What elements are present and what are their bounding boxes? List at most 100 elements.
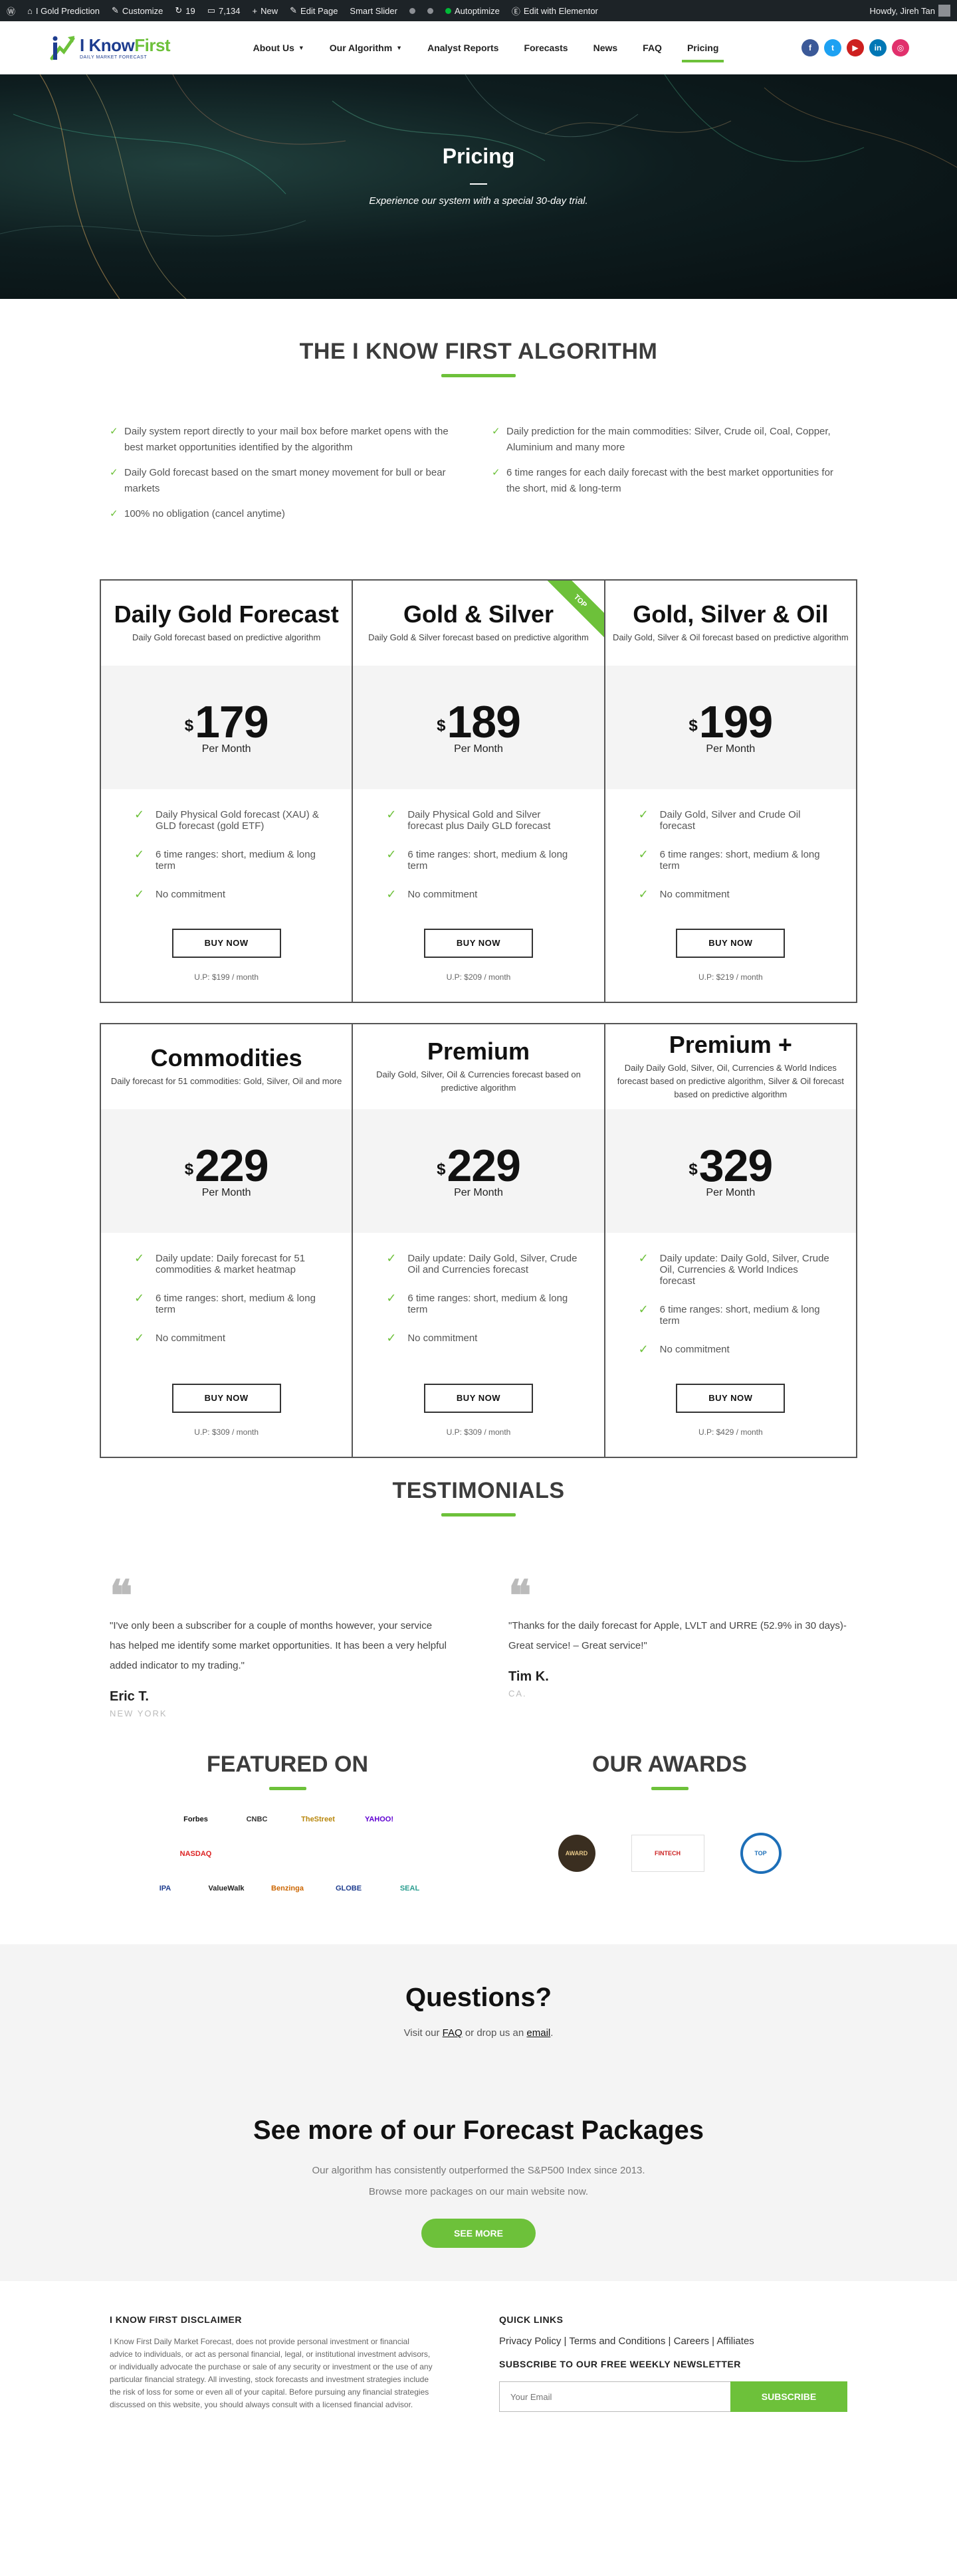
section-divider xyxy=(651,1787,689,1790)
plan-title: Gold, Silver & Oil xyxy=(633,600,829,628)
plan-features: ✓ Daily update: Daily Gold, Silver, Crude… xyxy=(605,1233,856,1384)
plan-description: Daily Daily Gold, Silver, Oil, Currencie… xyxy=(617,1062,844,1099)
admin-autoptimize[interactable]: Autoptimize xyxy=(445,6,500,16)
check-icon: ✓ xyxy=(638,887,649,901)
plan-feature-text: No commitment xyxy=(659,889,730,900)
plan-feature: ✓ 6 time ranges: short, medium & long ter… xyxy=(386,1291,603,1315)
facebook-icon[interactable]: f xyxy=(801,39,819,56)
feature-text: 100% no obligation (cancel anytime) xyxy=(124,508,285,519)
youtube-icon[interactable]: ▶ xyxy=(847,39,864,56)
testimonial-author: Tim K. xyxy=(508,1669,549,1684)
main-nav: About Us ▼ Our Algorithm ▼ Analyst Reports… xyxy=(253,36,724,62)
admin-comments[interactable]: ▭ 7,134 xyxy=(207,5,241,16)
disclaimer-title: I KNOW FIRST DISCLAIMER xyxy=(110,2314,242,2325)
plan-description: Daily Gold, Silver & Oil forecast based … xyxy=(612,632,849,642)
nav-about-us[interactable]: About Us ▼ xyxy=(253,36,304,60)
usual-price: U.P: $309 / month xyxy=(446,1427,511,1437)
nav-our-algorithm[interactable]: Our Algorithm ▼ xyxy=(330,36,402,60)
subscribe-button[interactable]: SUBSCRIBE xyxy=(730,2381,847,2412)
nav-analyst-reports[interactable]: Analyst Reports xyxy=(427,36,498,60)
valuewalk-logo: ValueWalk xyxy=(208,1885,245,1892)
buy-now-button[interactable]: BUY NOW xyxy=(423,1384,533,1413)
feature-item: ✓ 6 time ranges for each daily forecast w… xyxy=(492,465,847,497)
plan-feature-text: No commitment xyxy=(156,1333,226,1344)
nasdaq-logo: NASDAQ xyxy=(179,1850,212,1858)
pricing-card: Premium + Daily Daily Gold, Silver, Oil, … xyxy=(605,1024,856,1457)
site-logo[interactable]: I KnowFirst DAILY MARKET FORECAST xyxy=(48,33,171,62)
linkedin-icon[interactable]: in xyxy=(869,39,887,56)
plan-features: ✓ Daily Physical Gold and Silver forecast… xyxy=(353,789,603,929)
plan-feature-text: 6 time ranges: short, medium & long term xyxy=(659,1304,820,1327)
admin-new[interactable]: + New xyxy=(253,6,278,16)
admin-site-name[interactable]: ⌂ I Gold Prediction xyxy=(27,6,100,16)
usual-price: U.P: $429 / month xyxy=(698,1427,763,1437)
check-icon: ✓ xyxy=(110,508,118,519)
faq-link[interactable]: FAQ xyxy=(443,2027,463,2039)
pricing-row: Commodities Daily forecast for 51 commodi… xyxy=(100,1023,857,1458)
plan-feature-text: Daily Gold, Silver and Crude Oil forecas… xyxy=(659,809,801,832)
plan-feature: ✓ No commitment xyxy=(639,1343,856,1366)
currency-symbol: $ xyxy=(689,1160,698,1178)
admin-elementor[interactable]: Ⓔ Edit with Elementor xyxy=(512,5,598,17)
plan-description: Daily Gold forecast based on predictive … xyxy=(132,632,321,642)
pricing-section: Daily Gold Forecast Daily Gold forecast b… xyxy=(100,579,857,1458)
features-right: ✓ Daily prediction for the main commoditi… xyxy=(492,424,847,531)
wordpress-logo-icon[interactable]: Ⓦ xyxy=(7,5,15,17)
awards-title: OUR AWARDS xyxy=(592,1752,747,1777)
usual-price: U.P: $199 / month xyxy=(194,972,259,982)
feature-item: ✓ 100% no obligation (cancel anytime) xyxy=(110,506,465,522)
instagram-icon[interactable]: ◎ xyxy=(892,39,909,56)
check-icon: ✓ xyxy=(492,467,500,478)
buy-now-button[interactable]: BUY NOW xyxy=(171,1384,281,1413)
featured-awards-section: FEATURED ON Forbes CNBC TheStreet YAHOO! NAS… xyxy=(110,1752,847,1898)
price-value: 329 xyxy=(698,1141,773,1191)
admin-smart-slider[interactable]: Smart Slider xyxy=(350,6,397,16)
more-packages-text: Our algorithm has consistently outperfor… xyxy=(312,2165,645,2197)
award-badge-1: AWARD xyxy=(558,1835,595,1872)
price-period: Per Month xyxy=(201,1187,251,1198)
hero-divider xyxy=(470,183,487,185)
see-more-button[interactable]: SEE MORE xyxy=(421,2219,536,2248)
nav-news[interactable]: News xyxy=(593,36,618,60)
feature-item: ✓ Daily Gold forecast based on the smart … xyxy=(110,465,465,497)
usual-price: U.P: $309 / month xyxy=(194,1427,259,1437)
plan-features: ✓ Daily Physical Gold forecast (XAU) & GL… xyxy=(101,789,352,929)
price-block: $329 Per Month xyxy=(605,1109,856,1233)
yahoo-logo: YAHOO! xyxy=(365,1815,393,1823)
questions-title: Questions? xyxy=(405,1983,552,2012)
quick-links[interactable]: Privacy Policy | Terms and Conditions | … xyxy=(499,2336,847,2347)
admin-seo-icon[interactable] xyxy=(409,7,415,14)
buy-now-button[interactable]: BUY NOW xyxy=(423,929,533,958)
check-icon: ✓ xyxy=(638,1303,649,1316)
plan-feature-text: No commitment xyxy=(407,889,478,900)
admin-settings-icon[interactable] xyxy=(427,7,433,14)
check-icon: ✓ xyxy=(110,426,118,437)
price-period: Per Month xyxy=(201,743,251,755)
plan-feature: ✓ 6 time ranges: short, medium & long ter… xyxy=(386,848,603,872)
price-block: $229 Per Month xyxy=(353,1109,604,1233)
elementor-icon: Ⓔ xyxy=(511,6,520,17)
featured-title: FEATURED ON xyxy=(206,1752,369,1777)
featured-logos: IPA ValueWalk Benzinga GLOBE SEAL xyxy=(110,1879,465,1898)
buy-now-button[interactable]: BUY NOW xyxy=(676,929,786,958)
check-icon: ✓ xyxy=(638,848,649,861)
twitter-icon[interactable]: t xyxy=(824,39,841,56)
admin-updates[interactable]: ↻ 19 xyxy=(175,5,195,16)
social-links: f t ▶ in ◎ xyxy=(801,39,909,56)
nav-pricing[interactable]: Pricing xyxy=(681,36,724,62)
comment-icon: ▭ xyxy=(207,5,215,15)
admin-account[interactable]: Howdy, Jireh Tan xyxy=(869,5,950,17)
buy-now-button[interactable]: BUY NOW xyxy=(171,929,281,958)
the-street-logo: TheStreet xyxy=(301,1815,335,1823)
nav-forecasts[interactable]: Forecasts xyxy=(524,36,568,60)
check-icon: ✓ xyxy=(386,1291,397,1305)
pricing-card: Gold, Silver & Oil Daily Gold, Silver & O… xyxy=(605,581,856,1002)
admin-edit-page[interactable]: ✎ Edit Page xyxy=(290,5,338,16)
nav-faq[interactable]: FAQ xyxy=(643,36,662,60)
email-link[interactable]: email xyxy=(526,2027,550,2039)
plan-feature-text: No commitment xyxy=(659,1344,730,1355)
buy-now-button[interactable]: BUY NOW xyxy=(676,1384,786,1413)
admin-customize[interactable]: ✎ Customize xyxy=(112,5,163,16)
seal-logo: SEAL xyxy=(399,1885,420,1892)
email-field[interactable] xyxy=(499,2381,730,2412)
